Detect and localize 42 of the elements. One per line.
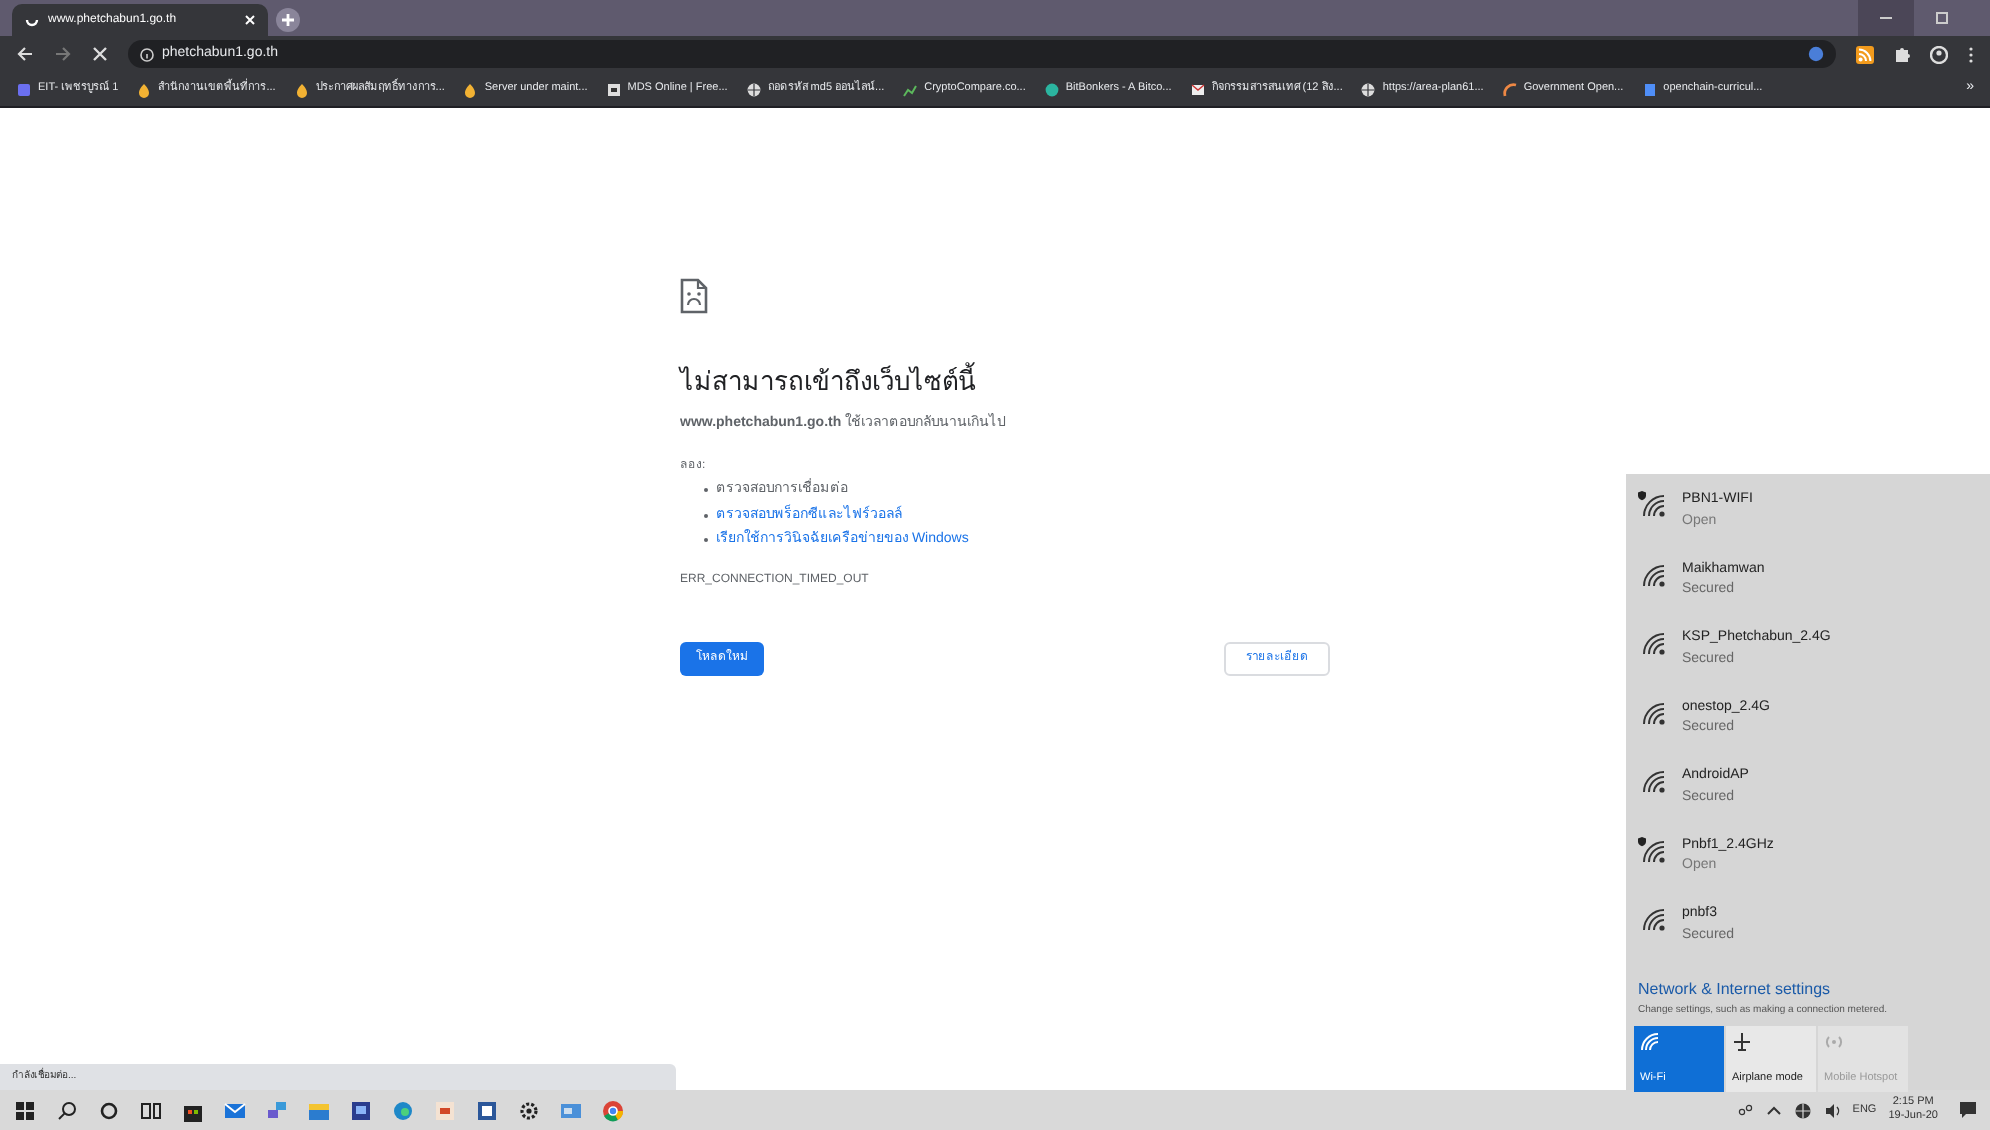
back-arrow-icon[interactable] [16, 46, 34, 62]
info-icon [140, 47, 154, 61]
sad-page-icon [680, 278, 708, 314]
flame-icon [136, 81, 153, 97]
hotspot-icon [1824, 1032, 1844, 1052]
mail-icon [1189, 81, 1206, 97]
circle-icon [1043, 81, 1060, 97]
chevron-up-icon[interactable] [1766, 1104, 1783, 1116]
maximize-icon[interactable] [1934, 10, 1950, 26]
rss-icon[interactable] [1856, 45, 1874, 63]
forward-arrow-icon[interactable] [54, 46, 72, 62]
wifi-icon [1640, 1032, 1660, 1052]
slides-icon[interactable] [432, 1097, 458, 1123]
globe-icon [1360, 81, 1377, 97]
search-icon[interactable] [54, 1097, 80, 1123]
flame-icon [462, 81, 479, 97]
arc-icon [1501, 81, 1518, 97]
network-icon[interactable] [264, 1097, 290, 1123]
task-view-icon[interactable] [138, 1097, 164, 1123]
circle-icon[interactable] [96, 1097, 122, 1123]
gear-icon[interactable] [516, 1097, 542, 1123]
puzzle-icon[interactable] [1894, 46, 1910, 62]
windows-logo-icon[interactable] [12, 1097, 38, 1123]
more-menu-icon[interactable] [1968, 45, 1974, 63]
profile-icon[interactable] [1930, 45, 1948, 63]
document-icon [1641, 81, 1658, 97]
speaker-icon[interactable] [1824, 1101, 1843, 1119]
error-heading: ไม่สามารถเข้าถึงเว็บไซต์นี้ [680, 362, 978, 400]
square-icon [16, 81, 32, 97]
globe-icon[interactable] [1794, 1101, 1813, 1119]
network-settings-link[interactable]: Network & Internet settings [1626, 977, 1990, 1001]
close-icon[interactable] [92, 46, 108, 62]
envelope-icon[interactable] [222, 1097, 248, 1123]
new-tab-icon[interactable] [276, 8, 300, 32]
people-icon[interactable] [1736, 1101, 1755, 1119]
flame-icon [293, 81, 310, 97]
globe-icon [745, 81, 762, 97]
chrome-icon[interactable] [600, 1097, 626, 1123]
airplane-icon [1732, 1032, 1752, 1052]
chart-icon [902, 81, 919, 97]
notification-icon[interactable] [1958, 1100, 1978, 1120]
document-icon [605, 81, 622, 97]
